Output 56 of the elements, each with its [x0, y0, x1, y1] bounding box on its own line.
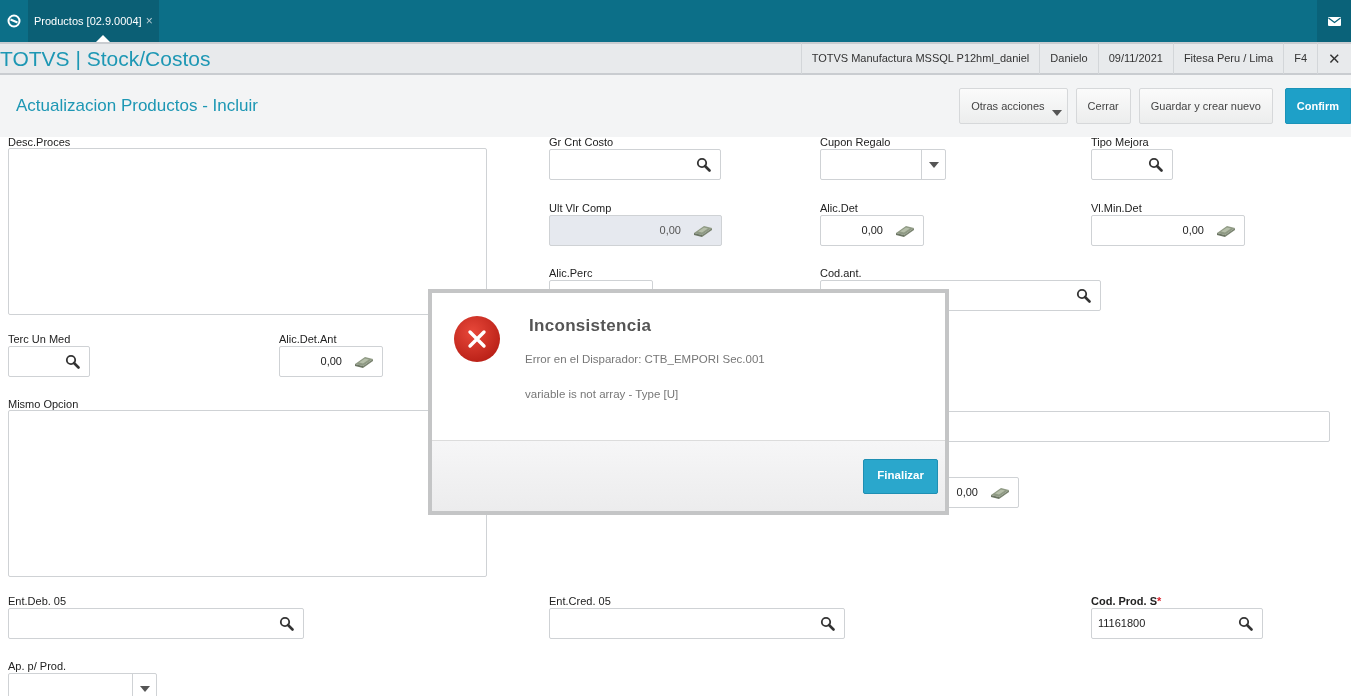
- field-label: Ult Vlr Comp: [549, 201, 612, 214]
- dropdown-field[interactable]: [820, 149, 946, 180]
- caret-icon[interactable]: [928, 161, 939, 168]
- header-info: Fitesa Peru / Lima: [1172, 43, 1284, 74]
- field-label: Cod. Prod. S*: [1091, 594, 1162, 607]
- page-title: Actualizacion Productos - Incluir: [16, 95, 258, 118]
- header-info: F4: [1283, 43, 1317, 74]
- dropdown-button[interactable]: Otras acciones: [959, 88, 1068, 124]
- search-icon[interactable]: [820, 615, 835, 631]
- search-icon[interactable]: [279, 615, 294, 631]
- search-icon[interactable]: [1076, 288, 1091, 303]
- field-label: Tipo Mejora: [1091, 136, 1149, 148]
- input-field[interactable]: 11161800: [1091, 607, 1263, 639]
- mail-icon[interactable]: [1327, 16, 1341, 26]
- header-info: 09/11/2021: [1097, 43, 1173, 74]
- app-title: TOTVS | Stock/Costos: [0, 48, 211, 69]
- search-icon[interactable]: [1148, 157, 1163, 172]
- field-label: Ent.Cred. 05: [549, 594, 611, 607]
- error-message: Error en el Disparador: CTB_EMPORI Sec.001: [525, 351, 766, 367]
- dialog-title: Inconsistencia: [529, 315, 653, 337]
- field-label: Alic.Det: [820, 201, 858, 214]
- caret-icon[interactable]: [1051, 110, 1062, 116]
- field-label: Ap. p/ Prod.: [8, 660, 67, 672]
- header-info: Danielo: [1039, 43, 1098, 74]
- logo-icon[interactable]: [7, 14, 21, 28]
- search-icon[interactable]: [696, 157, 711, 172]
- search-icon[interactable]: [65, 353, 80, 369]
- field-label: Cupon Regalo: [820, 136, 891, 148]
- field-label: Gr Cnt Costo: [549, 136, 614, 148]
- input-field[interactable]: [549, 149, 721, 180]
- input-field[interactable]: [8, 345, 90, 377]
- caret-icon[interactable]: [139, 685, 150, 692]
- toolbar-button[interactable]: Guardar y crear nuevo: [1138, 88, 1273, 124]
- toolbar-button[interactable]: Cerrar: [1075, 88, 1131, 124]
- field-label: Alic.Perc: [549, 267, 593, 279]
- input-field[interactable]: [549, 607, 845, 639]
- field-label: Alic.Det.Ant: [279, 332, 337, 345]
- field-label: Desc.Proces: [8, 136, 71, 148]
- search-icon[interactable]: [1238, 615, 1253, 631]
- error-icon: [453, 315, 501, 363]
- field-label: Cod.ant.: [820, 267, 862, 279]
- header-info: TOTVS Manufactura MSSQL P12hml_daniel: [800, 43, 1040, 74]
- field-label: Vl.Min.Det: [1091, 201, 1142, 214]
- field-label: Mismo Opcion: [8, 398, 79, 410]
- field-label: Ent.Deb. 05: [8, 594, 67, 607]
- input-field[interactable]: 0,00: [279, 345, 383, 377]
- input-field[interactable]: 0,00: [1091, 214, 1245, 246]
- input-field[interactable]: [1091, 149, 1173, 180]
- input-field[interactable]: [8, 607, 304, 639]
- input-field[interactable]: 0,00: [820, 214, 924, 246]
- field-label: Terc Un Med: [8, 332, 71, 345]
- close-icon[interactable]: ×: [145, 12, 153, 30]
- dropdown-field[interactable]: [8, 673, 157, 696]
- error-message: variable is not array - Type [U]: [525, 386, 680, 402]
- tab-label[interactable]: Productos [02.9.0004]: [34, 12, 142, 30]
- tab[interactable]: Productos [02.9.0004] ×: [28, 0, 159, 42]
